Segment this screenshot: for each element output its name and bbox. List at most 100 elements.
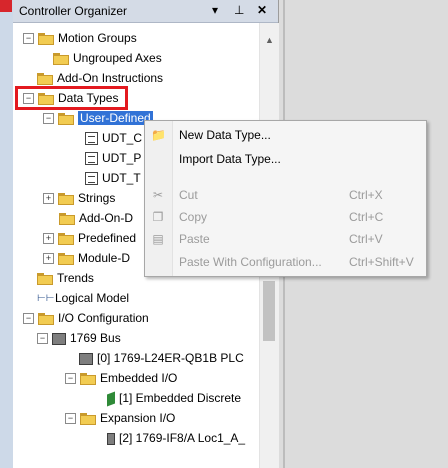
folder-icon	[80, 412, 96, 425]
menu-item-shortcut: Ctrl+X	[349, 188, 383, 202]
tree-item-label: Strings	[78, 191, 116, 205]
tree-item-io-configuration[interactable]: − I/O Configuration	[23, 309, 149, 327]
close-icon[interactable]: ✕	[257, 3, 267, 17]
tree-item-embedded-io[interactable]: − Embedded I/O	[65, 369, 177, 387]
menu-item-label: New Data Type...	[179, 128, 271, 142]
tree-item-add-on-defined[interactable]: Add-On-D	[59, 209, 133, 227]
tree-item-label: Embedded I/O	[100, 371, 178, 385]
paste-icon: ▤	[152, 232, 164, 246]
tree-item-udt[interactable]: UDT_P	[85, 149, 141, 167]
tree-item-strings[interactable]: + Strings	[43, 189, 115, 207]
tree-item-label: Predefined	[78, 231, 137, 245]
tree-item-label: User-Defined	[78, 111, 153, 125]
tree-item-label: UDT_T	[102, 171, 141, 185]
collapse-icon[interactable]: −	[65, 413, 76, 425]
tree-item-user-defined[interactable]: − User-Defined	[43, 109, 153, 127]
panel-title: Controller Organizer	[19, 4, 128, 18]
tree-item-label: [0] 1769-L24ER-QB1B PLC	[97, 351, 244, 365]
tree-item-label: UDT_C	[102, 131, 143, 145]
menu-item-shortcut: Ctrl+Shift+V	[349, 255, 414, 269]
scroll-up-icon[interactable]: ▲	[265, 35, 274, 45]
menu-item-label: Cut	[179, 188, 198, 202]
tree-item-label: UDT_P	[102, 151, 142, 165]
menu-item-paste[interactable]: ▤ Paste Ctrl+V	[145, 229, 426, 249]
tree-item-trends[interactable]: Trends	[37, 269, 94, 287]
copy-icon: ❐	[152, 210, 164, 224]
scrollbar-thumb[interactable]	[263, 281, 275, 341]
tree-item-label: I/O Configuration	[58, 311, 149, 325]
tree-item-controller-module[interactable]: [0] 1769-L24ER-QB1B PLC	[79, 349, 244, 367]
folder-icon	[53, 52, 69, 65]
folder-icon	[38, 312, 54, 325]
highlight-box-data-types	[15, 86, 128, 110]
folder-icon	[58, 112, 74, 125]
folder-icon	[38, 32, 54, 45]
tree-item-label: Logical Model	[55, 291, 130, 305]
panel-title-bar: Controller Organizer ▾ ⊥ ✕	[13, 0, 278, 23]
tree-item-udt[interactable]: UDT_T	[85, 169, 141, 187]
tree-item-analog-module[interactable]: [2] 1769-IF8/A Loc1_A_	[107, 429, 245, 447]
folder-icon	[59, 212, 75, 225]
menu-item-label: Copy	[179, 210, 208, 224]
folder-icon	[58, 232, 74, 245]
menu-item-shortcut: Ctrl+C	[349, 210, 384, 224]
tree-item-expansion-io[interactable]: − Expansion I/O	[65, 409, 175, 427]
tree-item-label: Add-On-D	[79, 211, 134, 225]
scissors-icon: ✂	[152, 188, 164, 202]
tree-item-1769-bus[interactable]: − 1769 Bus	[37, 329, 121, 347]
expand-icon[interactable]: +	[43, 253, 54, 265]
expand-icon[interactable]: +	[43, 193, 54, 205]
tree-item-label: Module-D	[78, 251, 131, 265]
bus-icon	[52, 332, 66, 345]
tree-item-embedded-discrete[interactable]: [1] Embedded Discrete	[107, 389, 241, 407]
udt-icon	[85, 172, 98, 186]
tree-item-label: Ungrouped Axes	[73, 51, 162, 65]
dropdown-icon[interactable]: ▾	[212, 3, 218, 17]
tree-item-label: [1] Embedded Discrete	[119, 391, 242, 405]
udt-icon	[85, 152, 98, 166]
folder-icon	[37, 272, 53, 285]
tree-item-label: Add-On Instructions	[57, 71, 164, 85]
folder-icon	[58, 192, 74, 205]
tree-item-label: [2] 1769-IF8/A Loc1_A_	[119, 431, 246, 445]
tree-item-module-defined[interactable]: + Module-D	[43, 249, 130, 267]
menu-item-label: Paste	[179, 232, 210, 246]
io-module-icon	[107, 432, 115, 445]
tree-item-label: Motion Groups	[58, 31, 137, 45]
folder-icon	[37, 72, 53, 85]
controller-icon	[79, 352, 93, 365]
menu-item-import-data-type[interactable]: Import Data Type...	[145, 149, 426, 169]
menu-item-label: Paste With Configuration...	[179, 255, 322, 269]
context-menu: 📁 New Data Type... Import Data Type... ✂…	[144, 120, 427, 277]
udt-icon	[85, 132, 98, 146]
tree-item-udt[interactable]: UDT_C	[85, 129, 142, 147]
pin-icon[interactable]: ⊥	[234, 3, 244, 17]
tree-item-add-on-instructions[interactable]: Add-On Instructions	[37, 69, 163, 87]
tree-item-predefined[interactable]: + Predefined	[43, 229, 136, 247]
tree-item-ungrouped-axes[interactable]: Ungrouped Axes	[53, 49, 162, 67]
tree-item-motion-groups[interactable]: − Motion Groups	[23, 29, 137, 47]
collapse-icon[interactable]: −	[37, 333, 48, 345]
menu-item-cut[interactable]: ✂ Cut Ctrl+X	[145, 185, 426, 205]
menu-item-paste-with-configuration[interactable]: Paste With Configuration... Ctrl+Shift+V	[145, 252, 426, 272]
app-left-strip	[0, 0, 14, 468]
tree-item-label: Expansion I/O	[100, 411, 176, 425]
tree-item-label: 1769 Bus	[70, 331, 121, 345]
collapse-icon[interactable]: −	[43, 113, 54, 125]
collapse-icon[interactable]: −	[23, 313, 34, 325]
folder-icon	[80, 372, 96, 385]
new-folder-icon: 📁	[151, 128, 166, 142]
menu-item-new-data-type[interactable]: 📁 New Data Type...	[145, 125, 426, 145]
io-module-icon	[107, 391, 115, 407]
tree-item-logical-model[interactable]: ⊢⊢Logical Model	[37, 289, 129, 307]
menu-item-copy[interactable]: ❐ Copy Ctrl+C	[145, 207, 426, 227]
expand-icon[interactable]: +	[43, 233, 54, 245]
tree-item-label: Trends	[57, 271, 94, 285]
app-icon	[0, 0, 12, 12]
folder-icon	[58, 252, 74, 265]
menu-item-shortcut: Ctrl+V	[349, 232, 383, 246]
collapse-icon[interactable]: −	[65, 373, 76, 385]
collapse-icon[interactable]: −	[23, 33, 34, 45]
menu-item-label: Import Data Type...	[179, 152, 281, 166]
logical-model-icon: ⊢⊢	[37, 292, 55, 304]
